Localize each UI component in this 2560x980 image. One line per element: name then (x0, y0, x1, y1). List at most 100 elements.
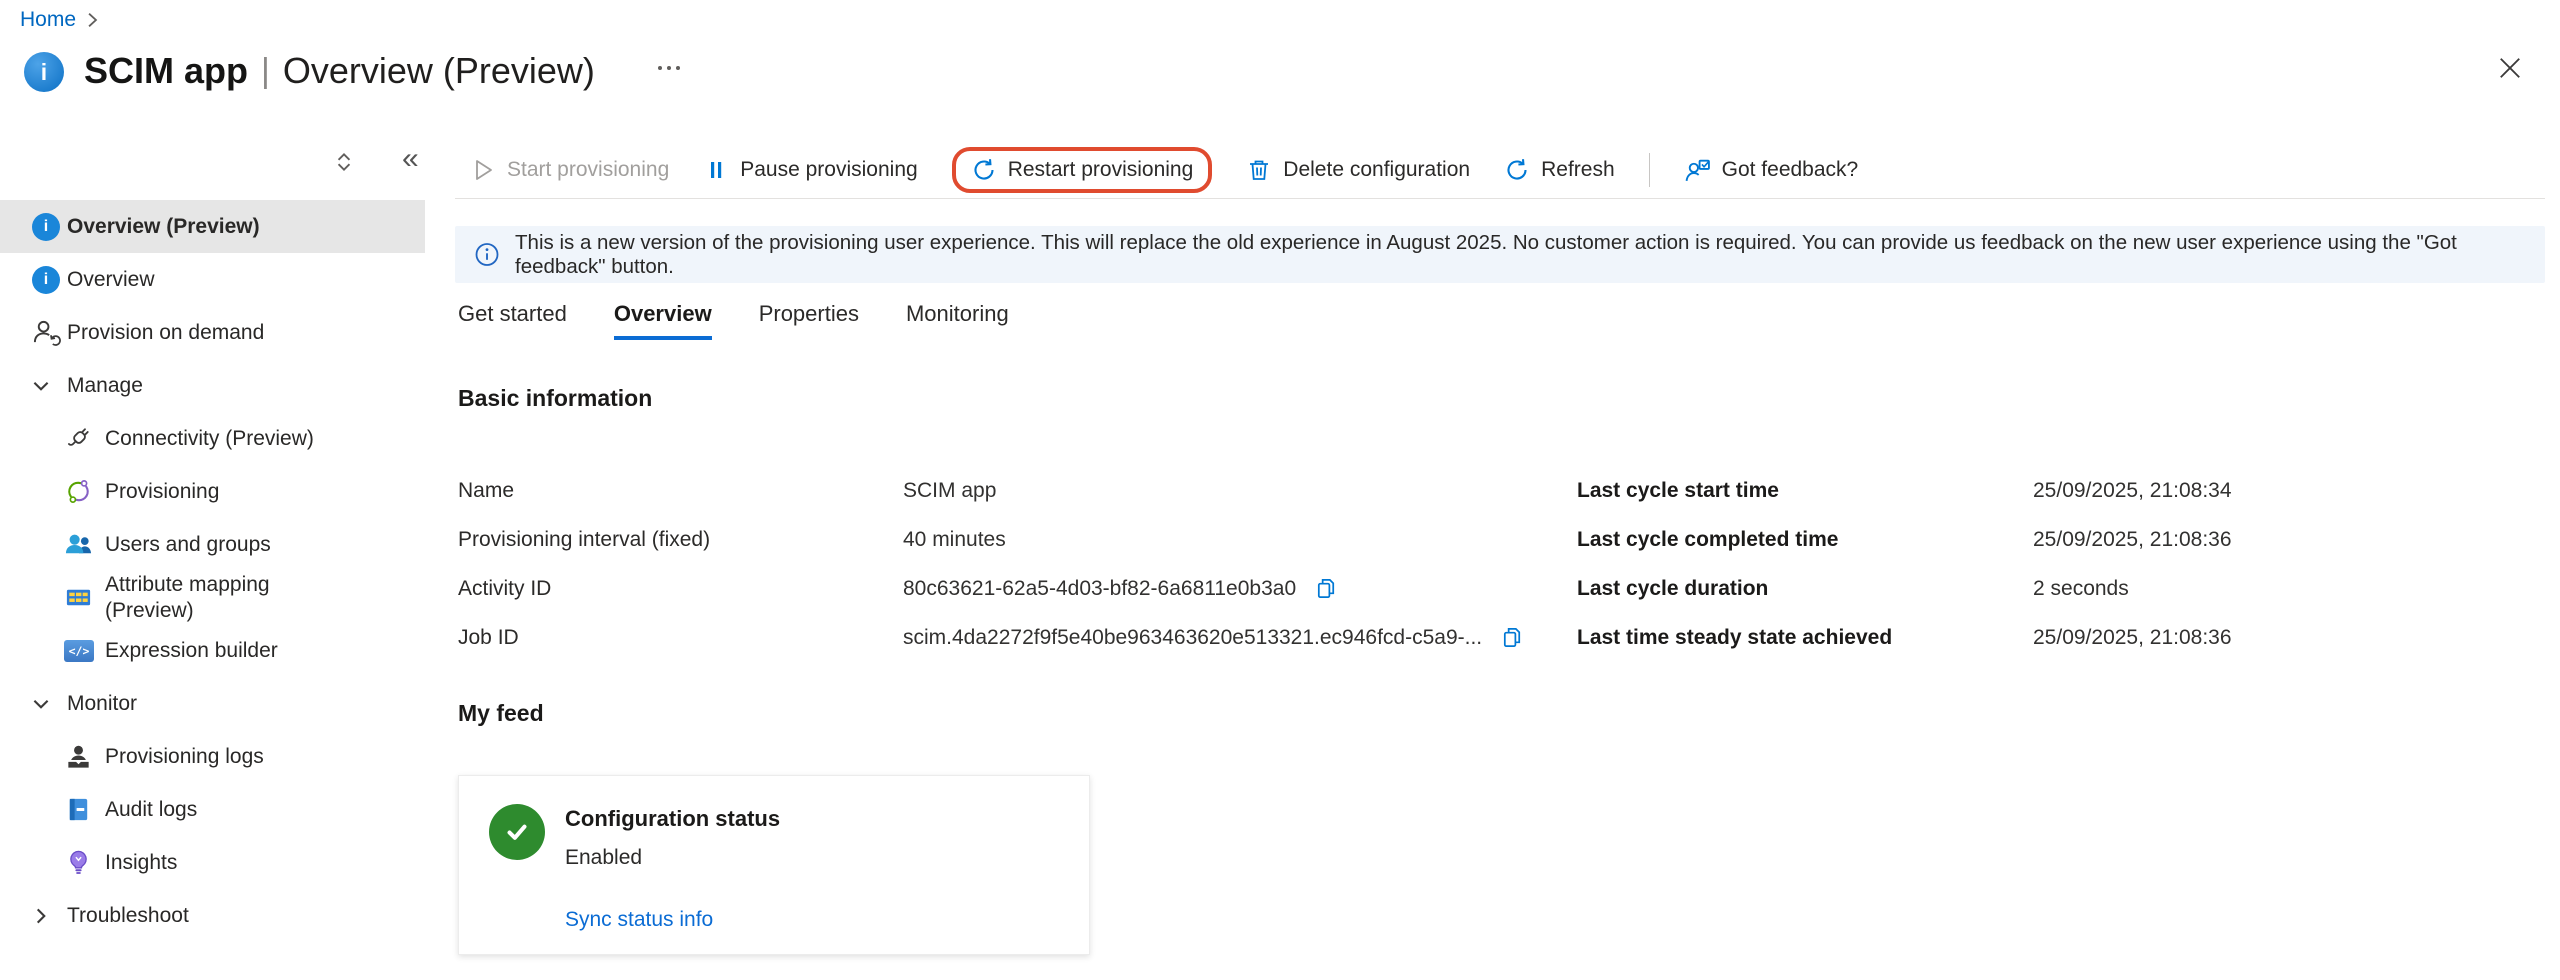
start-provisioning-label: Start provisioning (507, 158, 669, 182)
activity-id-row: 80c63621-62a5-4d03-bf82-6a6811e0b3a0 (903, 575, 1339, 602)
provisioning-interval-value: 40 minutes (903, 526, 1006, 553)
banner-info-icon (474, 241, 500, 268)
breadcrumb: Home (20, 8, 99, 32)
table-icon (64, 583, 96, 612)
name-value: SCIM app (903, 477, 996, 504)
command-bar: Start provisioning Pause provisioning Re… (470, 146, 1858, 194)
job-id-row: scim.4da2272f9f5e40be963463620e513321.ec… (903, 624, 1525, 651)
sidebar-item-provisioning-logs[interactable]: Provisioning logs (0, 730, 425, 783)
sidebar-item-label: Provision on demand (67, 320, 264, 346)
tab-get-started[interactable]: Get started (458, 301, 567, 340)
breadcrumb-home-link[interactable]: Home (20, 8, 76, 32)
collapse-sidebar-icon[interactable]: « (402, 142, 419, 176)
activity-id-value: 80c63621-62a5-4d03-bf82-6a6811e0b3a0 (903, 575, 1296, 602)
page-view-name: Overview (Preview) (283, 50, 595, 92)
sidebar-group-label: Monitor (67, 691, 137, 717)
feedback-icon (1684, 157, 1711, 184)
code-glyph: </> (69, 644, 90, 658)
banner-text: This is a new version of the provisionin… (515, 231, 2545, 279)
sidebar-item-overview[interactable]: i Overview (0, 253, 425, 306)
info-icon: i (32, 266, 64, 294)
info-banner: This is a new version of the provisionin… (455, 226, 2545, 283)
refresh-icon (1504, 157, 1530, 183)
got-feedback-label: Got feedback? (1722, 158, 1859, 182)
restart-provisioning-button[interactable]: Restart provisioning (971, 157, 1194, 183)
sidebar-group-troubleshoot[interactable]: Troubleshoot (0, 889, 425, 942)
sidebar-item-label: Overview (Preview) (67, 214, 260, 240)
plug-icon (64, 424, 96, 453)
copy-icon[interactable] (1314, 575, 1339, 602)
breadcrumb-chevron-icon (86, 12, 99, 28)
sidebar-item-provisioning[interactable]: Provisioning (0, 465, 425, 518)
restart-provisioning-highlight-ring: Restart provisioning (952, 147, 1213, 193)
sidebar-item-overview-preview[interactable]: i Overview (Preview) (0, 200, 425, 253)
code-icon: </> (64, 640, 96, 662)
sidebar-item-label: Provisioning (105, 479, 219, 505)
tab-monitoring[interactable]: Monitoring (906, 301, 1009, 340)
tab-bar: Get started Overview Properties Monitori… (458, 301, 1009, 340)
last-cycle-completed-value: 25/09/2025, 21:08:36 (2033, 526, 2232, 553)
users-icon (64, 530, 96, 559)
basic-information-heading: Basic information (458, 385, 652, 412)
command-bar-divider-line (455, 198, 2545, 199)
restart-icon (971, 157, 997, 183)
got-feedback-button[interactable]: Got feedback? (1684, 157, 1859, 184)
play-icon (470, 157, 496, 183)
last-cycle-duration-label: Last cycle duration (1577, 575, 1768, 602)
title-separator: | (261, 52, 270, 91)
pause-provisioning-label: Pause provisioning (740, 158, 917, 182)
sidebar-item-label: Expression builder (105, 638, 278, 664)
sidebar-item-users-and-groups[interactable]: Users and groups (0, 518, 425, 571)
expand-collapse-menu-icon[interactable] (333, 150, 355, 179)
lightbulb-icon (64, 848, 96, 877)
sidebar-item-connectivity-preview[interactable]: Connectivity (Preview) (0, 412, 425, 465)
scim-app-overview-page: { "breadcrumb": { "home": "Home" }, "hea… (0, 0, 2560, 980)
sidebar-item-label: Overview (67, 267, 155, 293)
refresh-label: Refresh (1541, 158, 1615, 182)
my-feed-heading: My feed (458, 700, 544, 727)
delete-configuration-label: Delete configuration (1283, 158, 1470, 182)
chevron-down-icon (30, 375, 54, 397)
tab-overview[interactable]: Overview (614, 301, 712, 340)
page-title: SCIM app | Overview (Preview) (84, 50, 595, 92)
pause-provisioning-button[interactable]: Pause provisioning (703, 157, 917, 183)
toolbar-divider (1649, 153, 1650, 187)
start-provisioning-button: Start provisioning (470, 157, 669, 183)
sidebar-item-expression-builder[interactable]: </> Expression builder (0, 624, 425, 677)
last-cycle-completed-label: Last cycle completed time (1577, 526, 1838, 553)
sidebar-group-label: Manage (67, 373, 143, 399)
sidebar-item-audit-logs[interactable]: Audit logs (0, 783, 425, 836)
person-sync-icon (32, 318, 64, 347)
last-steady-state-value: 25/09/2025, 21:08:36 (2033, 624, 2232, 651)
sidebar-item-insights[interactable]: Insights (0, 836, 425, 889)
sidebar-item-label: Connectivity (Preview) (105, 426, 314, 452)
app-name: SCIM app (84, 50, 248, 92)
sidebar-item-label: Insights (105, 850, 177, 876)
close-icon[interactable] (2492, 50, 2528, 86)
configuration-status-title: Configuration status (565, 806, 780, 832)
sidebar-group-manage[interactable]: Manage (0, 359, 425, 412)
last-cycle-duration-value: 2 seconds (2033, 575, 2129, 602)
success-check-icon (489, 804, 545, 860)
tab-properties[interactable]: Properties (759, 301, 859, 340)
sidebar-group-monitor[interactable]: Monitor (0, 677, 425, 730)
more-options-icon[interactable] (652, 60, 686, 76)
sidebar-item-attribute-mapping[interactable]: Attribute mapping (Preview) (0, 571, 425, 624)
sync-status-info-link[interactable]: Sync status info (565, 908, 713, 932)
restart-provisioning-label: Restart provisioning (1008, 158, 1194, 182)
name-label: Name (458, 477, 514, 504)
delete-configuration-button[interactable]: Delete configuration (1246, 157, 1470, 183)
app-info-icon: i (24, 52, 64, 92)
info-icon: i (32, 213, 64, 241)
sidebar: i Overview (Preview) i Overview Provisio… (0, 200, 425, 942)
sidebar-item-provision-on-demand[interactable]: Provision on demand (0, 306, 425, 359)
sidebar-item-label: Provisioning logs (105, 744, 264, 770)
sidebar-item-label: Audit logs (105, 797, 197, 823)
sidebar-item-label: Users and groups (105, 532, 271, 558)
provisioning-interval-label: Provisioning interval (fixed) (458, 526, 710, 553)
copy-icon[interactable] (1500, 624, 1525, 651)
book-icon (64, 795, 96, 824)
refresh-button[interactable]: Refresh (1504, 157, 1615, 183)
app-info-glyph: i (41, 59, 47, 86)
info-glyph: i (44, 271, 48, 289)
